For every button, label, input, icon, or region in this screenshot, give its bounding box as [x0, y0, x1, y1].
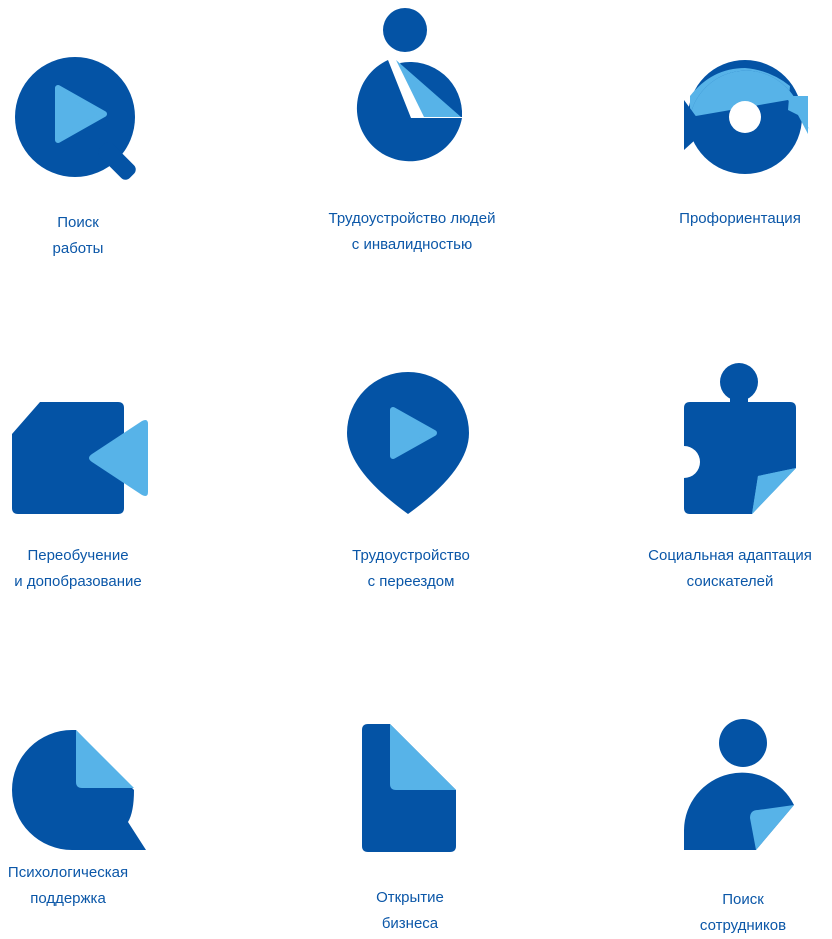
- location-pin-play-icon: [347, 372, 469, 514]
- refresh-cycle-icon: [684, 60, 810, 174]
- service-career-guidance[interactable]: Профориентация: [650, 0, 832, 270]
- speech-bubble-icon: [12, 730, 146, 850]
- play-magnifier-icon: [15, 57, 136, 180]
- service-relocation-employment[interactable]: Трудоустройство с переездом: [300, 360, 520, 600]
- puzzle-piece-icon: [684, 363, 796, 514]
- service-employee-search[interactable]: Поиск сотрудников: [660, 710, 832, 935]
- service-business-opening[interactable]: Открытие бизнеса: [320, 710, 500, 935]
- service-label: Трудоустройство с переездом: [352, 547, 470, 590]
- person-document-icon: [684, 719, 794, 850]
- service-label: Трудоустройство людей с инвалидностью: [328, 210, 496, 253]
- video-camera-icon: [12, 402, 148, 514]
- service-label: Профориентация: [679, 210, 801, 227]
- service-label: Поиск работы: [52, 214, 104, 257]
- document-icon: [362, 724, 456, 852]
- service-label: Переобучение и допобразование: [14, 547, 142, 590]
- person-pie-icon: [356, 8, 463, 162]
- service-label: Социальная адаптация соискателей: [648, 547, 812, 590]
- service-retraining[interactable]: Переобучение и допобразование: [0, 360, 170, 600]
- service-label: Поиск сотрудников: [699, 891, 787, 934]
- service-disability-employment[interactable]: Трудоустройство людей с инвалидностью: [290, 0, 540, 270]
- service-label: Открытие бизнеса: [376, 889, 444, 932]
- service-job-search[interactable]: Поиск работы: [0, 0, 170, 270]
- service-label: Психологическая поддержка: [7, 864, 129, 907]
- service-psychological-support[interactable]: Психологическая поддержка: [0, 710, 170, 935]
- service-social-adaptation[interactable]: Социальная адаптация соискателей: [630, 360, 832, 600]
